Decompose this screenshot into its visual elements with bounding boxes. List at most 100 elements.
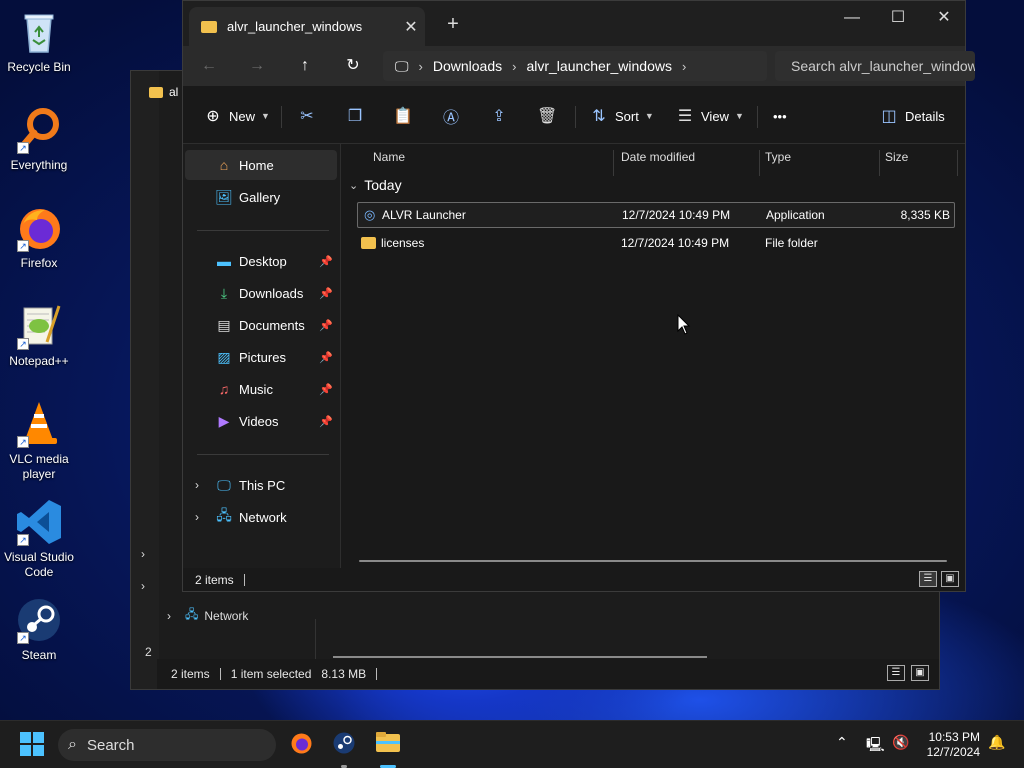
pin-icon[interactable]: 📌 (319, 415, 333, 428)
breadcrumb-item-current[interactable]: alvr_launcher_windows (526, 58, 672, 74)
breadcrumb-item-downloads[interactable]: Downloads (433, 58, 502, 74)
sidebar-item-label: Documents (239, 317, 305, 333)
desktop-icon-steam[interactable]: ↗ Steam (2, 596, 76, 663)
desktop-icon-notepad-plus-plus[interactable]: ↗ Notepad++ (2, 302, 76, 369)
sidebar-item-desktop[interactable]: ▬ Desktop 📌 (185, 246, 337, 276)
column-header-type[interactable]: Type (765, 150, 791, 164)
breadcrumb[interactable]: 🖵 › Downloads › alvr_launcher_windows › (383, 51, 767, 81)
chevron-down-icon: ▼ (734, 111, 744, 121)
pin-icon[interactable]: 📌 (319, 351, 333, 364)
group-header-today[interactable]: ⌄ Today (349, 177, 402, 193)
pin-icon[interactable]: 📌 (319, 319, 333, 332)
taskbar-file-explorer[interactable] (374, 731, 402, 759)
sidebar-item-label: Music (239, 381, 273, 397)
background-window-expand-chevron-icon[interactable]: › (141, 579, 145, 593)
desktop-icon-vscode[interactable]: ↗ Visual Studio Code (2, 498, 76, 580)
cut-button[interactable]: ✂ (297, 104, 317, 128)
rename-icon: Ⓐ (442, 110, 459, 127)
file-explorer-window[interactable]: alvr_launcher_windows ✕ + — ☐ ✕ ← → ↑ ↻ … (182, 0, 975, 592)
close-window-button[interactable]: ✕ (921, 5, 967, 31)
chevron-right-icon[interactable]: › (195, 510, 199, 524)
sidebar-item-downloads[interactable]: ⤓ Downloads 📌 (185, 278, 337, 308)
new-tab-button[interactable]: + (441, 13, 465, 36)
search-input[interactable]: Search alvr_launcher_windows (775, 51, 975, 81)
pin-icon[interactable]: 📌 (319, 255, 333, 268)
sidebar-item-gallery[interactable]: 🖼 Gallery (185, 182, 337, 212)
notification-bell-icon[interactable]: 🔔 (988, 734, 1005, 751)
back-arrow-icon[interactable]: ← (193, 54, 225, 78)
tab-alvr-launcher-windows[interactable]: alvr_launcher_windows ✕ (189, 7, 425, 46)
minimize-button[interactable]: — (829, 5, 875, 31)
details-pane-button[interactable]: ◫ Details (879, 104, 944, 128)
column-header-name[interactable]: Name (373, 150, 405, 164)
sidebar-item-documents[interactable]: ▤ Documents 📌 (185, 310, 337, 340)
show-hidden-icons-chevron-up-icon[interactable]: ⌃ (836, 734, 848, 751)
taskbar-steam[interactable] (330, 731, 358, 759)
taskbar-firefox[interactable] (287, 731, 315, 759)
background-window-nav-network[interactable]: › 🖧 Network (167, 605, 248, 626)
network-icon: 🖧 (185, 607, 199, 621)
details-view-icon[interactable]: ☰ (887, 665, 905, 681)
file-name: licenses (381, 236, 425, 250)
desktop-icon-everything[interactable]: ↗ Everything (2, 106, 76, 173)
sidebar-item-music[interactable]: ♫ Music 📌 (185, 374, 337, 404)
rename-button[interactable]: Ⓐ (441, 104, 461, 128)
background-window-sidebar (131, 71, 159, 689)
forward-arrow-icon[interactable]: → (241, 54, 273, 78)
taskbar: ⌕ Search ⌃ 🖳 🔇 10:53 PM 12/7/2024 🔔 (0, 720, 1024, 768)
new-button[interactable]: ⊕ New ▼ (203, 104, 270, 128)
up-arrow-icon[interactable]: ↑ (289, 54, 321, 78)
file-row-alvr-launcher[interactable]: ◎ ALVR Launcher 12/7/2024 10:49 PM Appli… (357, 202, 955, 228)
view-button[interactable]: ☰ View ▼ (675, 104, 744, 128)
start-button[interactable] (18, 731, 46, 759)
delete-button[interactable]: 🗑 (537, 104, 557, 128)
desktop-icon-recycle-bin[interactable]: Recycle Bin (2, 8, 76, 75)
file-row-licenses[interactable]: licenses 12/7/2024 10:49 PM File folder (357, 230, 955, 256)
this-pc-monitor-icon[interactable]: 🖵 (395, 58, 409, 75)
column-header-size[interactable]: Size (885, 150, 908, 164)
tiles-view-icon[interactable]: ▣ (911, 665, 929, 681)
maximize-button[interactable]: ☐ (875, 5, 921, 31)
tiles-view-icon[interactable]: ▣ (941, 571, 959, 587)
background-window-expand-chevron-icon[interactable]: › (141, 547, 145, 561)
details-view-icon[interactable]: ☰ (919, 571, 937, 587)
pin-icon[interactable]: 📌 (319, 287, 333, 300)
desktop-icon-firefox[interactable]: ↗ Firefox (2, 204, 76, 271)
close-tab-icon[interactable]: ✕ (397, 17, 425, 37)
refresh-icon[interactable]: ↻ (337, 54, 369, 78)
column-header-date[interactable]: Date modified (621, 150, 695, 164)
chevron-right-icon[interactable]: › (419, 59, 423, 74)
paste-button[interactable]: 📋 (393, 104, 413, 128)
network-status-icon[interactable]: 🖳 (866, 734, 885, 758)
title-bar[interactable]: alvr_launcher_windows ✕ + — ☐ ✕ (183, 1, 965, 46)
desktop-icon-vlc[interactable]: ↗ VLC media player (2, 400, 76, 482)
chevron-right-icon[interactable]: › (682, 59, 686, 74)
desktop-icon-label: Steam (21, 648, 57, 662)
taskbar-search-box[interactable]: ⌕ Search (58, 729, 276, 761)
sidebar-item-this-pc[interactable]: › 🖵 This PC (185, 470, 337, 500)
sidebar-item-label: Gallery (239, 189, 281, 205)
sort-button[interactable]: ⇅ Sort ▼ (589, 104, 653, 128)
taskbar-clock[interactable]: 10:53 PM 12/7/2024 (927, 730, 980, 760)
chevron-right-icon[interactable]: › (195, 478, 199, 492)
horizontal-scrollbar[interactable] (359, 560, 947, 562)
volume-muted-icon[interactable]: 🔇 (892, 734, 909, 751)
file-list-pane[interactable]: Name Date modified Type Size ⌄ Today ◎ A… (343, 144, 965, 570)
background-window-tab[interactable]: al (149, 85, 178, 99)
mouse-cursor-icon (677, 314, 691, 335)
share-button[interactable]: ⇪ (489, 104, 509, 128)
shortcut-arrow-icon: ↗ (17, 142, 29, 154)
desktop-icon-label: VLC media player (9, 452, 69, 481)
background-window-hscroll[interactable] (333, 656, 707, 658)
more-options-button[interactable]: ••• (773, 104, 787, 128)
chevron-right-icon[interactable]: › (512, 59, 516, 74)
sidebar-item-label: Downloads (239, 285, 304, 301)
column-headers: Name Date modified Type Size (343, 144, 965, 176)
copy-button[interactable]: ❐ (345, 104, 365, 128)
sidebar-item-network[interactable]: › 🖧 Network (185, 502, 337, 532)
sidebar-item-home[interactable]: ⌂ Home (185, 150, 337, 180)
pin-icon[interactable]: 📌 (319, 383, 333, 396)
sidebar-item-videos[interactable]: ▶ Videos 📌 (185, 406, 337, 436)
sidebar-item-pictures[interactable]: ▨ Pictures 📌 (185, 342, 337, 372)
document-icon: ▤ (217, 316, 231, 333)
